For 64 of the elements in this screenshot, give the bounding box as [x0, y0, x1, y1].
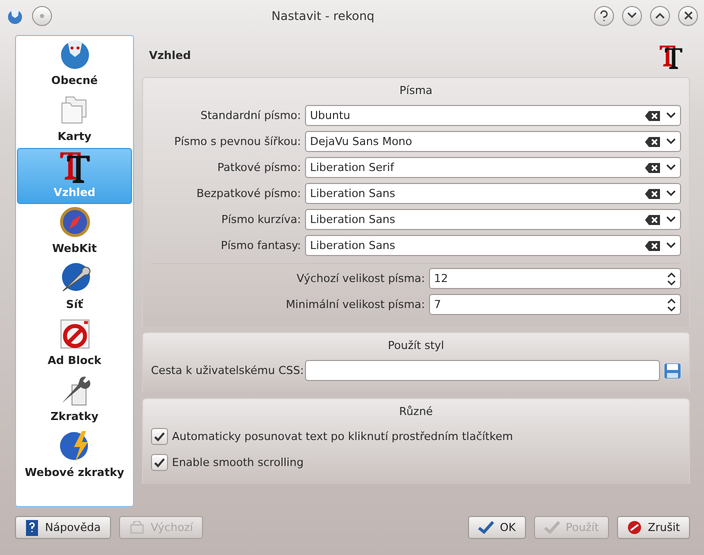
- compass-icon: [58, 204, 92, 239]
- clear-icon[interactable]: [645, 136, 660, 147]
- chevron-down-icon: [627, 12, 637, 20]
- sidebar-item[interactable]: Ad Block: [17, 316, 132, 372]
- group-title: Různé: [398, 404, 434, 420]
- clear-icon[interactable]: [645, 110, 660, 121]
- spin-arrows-icon[interactable]: [667, 272, 676, 286]
- checkmark-icon: [478, 521, 494, 534]
- font-combo-box[interactable]: Liberation Sans: [305, 235, 681, 256]
- minimize-button[interactable]: [622, 6, 642, 26]
- spin-box[interactable]: 12: [429, 268, 681, 290]
- checkbox[interactable]: [151, 428, 168, 446]
- field-label: Bezpatkové písmo:: [195, 187, 301, 200]
- font-combo-box[interactable]: Liberation Serif: [305, 157, 681, 178]
- close-icon: [684, 11, 692, 20]
- dialog-button[interactable]: OK: [468, 516, 526, 540]
- sidebar-item[interactable]: Obecné: [17, 36, 132, 92]
- clear-icon[interactable]: [645, 214, 660, 225]
- font-combo-box[interactable]: Liberation Sans: [305, 209, 681, 230]
- group-title: Písma: [398, 82, 434, 99]
- sidebar-item[interactable]: Webové zkratky: [17, 428, 132, 484]
- pin-button[interactable]: [32, 6, 52, 26]
- group-title: Použít styl: [386, 338, 446, 354]
- close-button[interactable]: [678, 6, 698, 26]
- save-icon[interactable]: [664, 362, 681, 379]
- css-path-field[interactable]: [305, 360, 660, 382]
- field-label: Písmo kurzíva:: [220, 213, 301, 226]
- clear-icon[interactable]: [645, 162, 660, 173]
- dialog-button[interactable]: Nápověda: [15, 516, 111, 540]
- chevron-up-icon: [655, 12, 665, 20]
- blocked-page-icon: [58, 316, 92, 351]
- checkbox-label: Automaticky posunovat text po kliknutí prostředním tlačítkem: [172, 430, 513, 444]
- spin-box[interactable]: 7: [429, 294, 681, 316]
- field-label: Výchozí velikost písma:: [296, 272, 425, 286]
- help-icon: [599, 10, 609, 22]
- page-title: Vzhled: [149, 49, 191, 62]
- sidebar-item[interactable]: Karty: [17, 92, 132, 148]
- cancel-icon: [626, 520, 642, 536]
- app-icon[interactable]: [6, 6, 24, 25]
- checkbox-label: Enable smooth scrolling: [172, 456, 304, 470]
- field-label: Patkové písmo:: [216, 161, 301, 174]
- dot-icon: [39, 12, 45, 19]
- window-title: Nastavit - rekonq: [270, 8, 376, 23]
- clear-icon[interactable]: [645, 240, 660, 251]
- checkbox[interactable]: [151, 454, 168, 472]
- font-combo-box[interactable]: Ubuntu: [305, 105, 681, 126]
- sidebar-item[interactable]: Síť: [17, 260, 132, 316]
- field-label: Standardní písmo:: [200, 109, 301, 122]
- help-book-icon: [25, 520, 39, 536]
- help-button[interactable]: [594, 6, 614, 26]
- spin-arrows-icon[interactable]: [667, 298, 676, 312]
- sidebar-item[interactable]: Zkratky: [17, 372, 132, 428]
- field-label: Písmo fantasy:: [220, 239, 301, 252]
- dialog-button[interactable]: Zrušit: [616, 516, 690, 540]
- field-label: Cesta k uživatelskému CSS:: [151, 364, 301, 378]
- font-combo-box[interactable]: Liberation Sans: [305, 183, 681, 204]
- clear-icon[interactable]: [645, 188, 660, 199]
- field-label: Minimální velikost písma:: [284, 298, 425, 312]
- maximize-button[interactable]: [650, 6, 670, 26]
- sidebar-item[interactable]: WebKit: [17, 204, 132, 260]
- field-label: Písmo s pevnou šířkou:: [173, 135, 301, 148]
- font-combo-box[interactable]: DejaVu Sans Mono: [305, 131, 681, 152]
- font-icon: [658, 42, 684, 69]
- checkmark-icon: [544, 521, 560, 534]
